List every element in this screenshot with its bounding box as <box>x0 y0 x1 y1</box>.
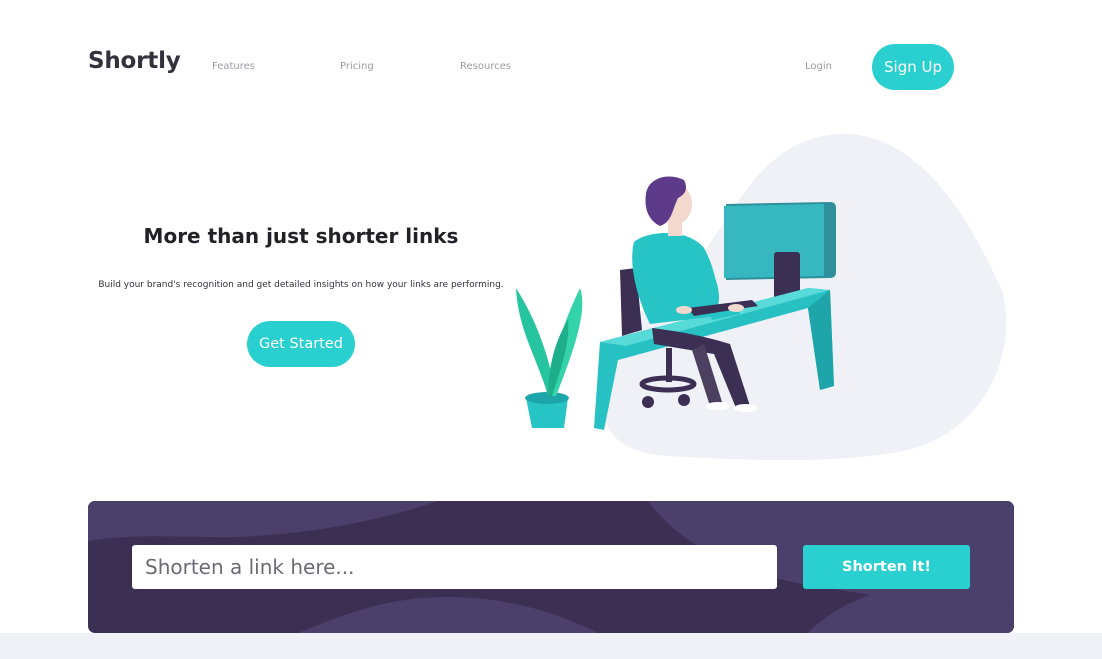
hero-description: Build your brand's recognition and get d… <box>98 280 504 290</box>
nav-link-features[interactable]: Features <box>212 61 255 72</box>
shorten-button[interactable]: Shorten It! <box>803 545 970 589</box>
nav-link-pricing[interactable]: Pricing <box>340 61 374 72</box>
hero-title: More than just shorter links <box>143 224 459 248</box>
shorten-form: Shorten It! <box>88 501 1014 633</box>
statistics-section-bg <box>0 633 1102 659</box>
shorten-link-input[interactable] <box>132 545 777 589</box>
nav-link-resources[interactable]: Resources <box>460 61 511 72</box>
person-working-illustration <box>516 133 1007 460</box>
login-link[interactable]: Login <box>805 61 832 72</box>
page: Shortly Features Pricing Resources Login… <box>0 0 1102 659</box>
get-started-button[interactable]: Get Started <box>247 321 355 367</box>
signup-button[interactable]: Sign Up <box>872 44 954 90</box>
logo[interactable]: Shortly <box>88 48 181 74</box>
